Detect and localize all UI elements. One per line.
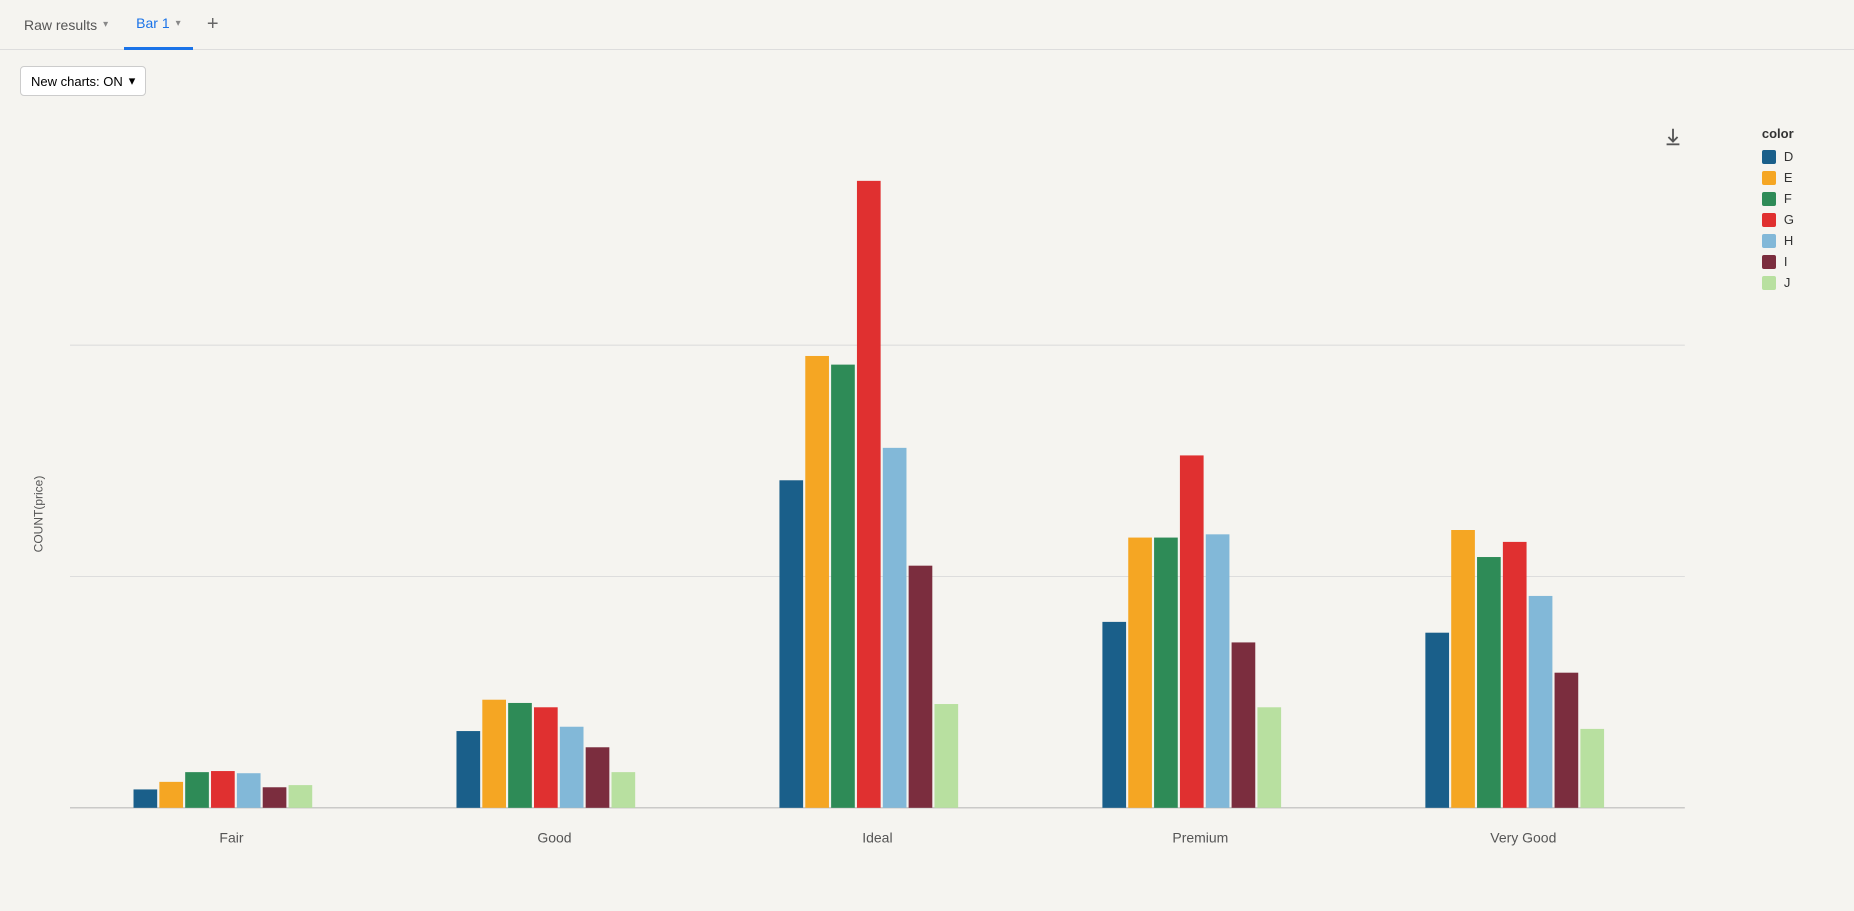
legend-title: color bbox=[1762, 126, 1794, 141]
legend: color D E F G bbox=[1762, 126, 1794, 290]
new-charts-chevron: ▾ bbox=[129, 73, 136, 89]
legend-swatch-D bbox=[1762, 150, 1776, 164]
y-axis-label: COUNT(price) bbox=[31, 475, 45, 552]
chart-svg-area: 4K 2K 0 bbox=[70, 116, 1814, 851]
legend-item-E: E bbox=[1762, 170, 1794, 185]
legend-item-G: G bbox=[1762, 212, 1794, 227]
legend-item-I: I bbox=[1762, 254, 1794, 269]
add-tab-button[interactable]: + bbox=[197, 9, 229, 41]
tab-bar1[interactable]: Bar 1 ▾ bbox=[124, 0, 193, 50]
legend-label-E: E bbox=[1784, 170, 1793, 185]
download-button[interactable] bbox=[1662, 126, 1684, 151]
legend-label-F: F bbox=[1784, 191, 1792, 206]
group-very-good: Very Good bbox=[1425, 530, 1604, 845]
svg-text:Very Good: Very Good bbox=[1490, 829, 1556, 845]
tab-bar1-chevron: ▾ bbox=[176, 18, 181, 29]
svg-text:Ideal: Ideal bbox=[862, 829, 892, 845]
legend-label-J: J bbox=[1784, 275, 1791, 290]
svg-text:Premium: Premium bbox=[1172, 829, 1228, 845]
group-good: Good bbox=[456, 700, 635, 846]
legend-swatch-I bbox=[1762, 255, 1776, 269]
group-premium: Premium bbox=[1102, 455, 1281, 845]
svg-text:Good: Good bbox=[537, 829, 571, 845]
tab-raw-results-chevron: ▾ bbox=[103, 19, 108, 30]
legend-item-H: H bbox=[1762, 233, 1794, 248]
bar-chart-svg: 4K 2K 0 bbox=[70, 116, 1814, 851]
legend-item-J: J bbox=[1762, 275, 1794, 290]
legend-label-I: I bbox=[1784, 254, 1788, 269]
group-ideal: Ideal bbox=[779, 181, 958, 846]
new-charts-label: New charts: ON bbox=[31, 74, 123, 89]
svg-text:Fair: Fair bbox=[219, 829, 243, 845]
tab-raw-results[interactable]: Raw results ▾ bbox=[12, 0, 120, 50]
legend-item-F: F bbox=[1762, 191, 1794, 206]
legend-swatch-G bbox=[1762, 213, 1776, 227]
toolbar: New charts: ON ▾ bbox=[0, 66, 1854, 96]
tab-bar1-label: Bar 1 bbox=[136, 15, 169, 31]
chart-body: COUNT(price) 4K 2K 0 bbox=[0, 116, 1854, 911]
legend-label-G: G bbox=[1784, 212, 1794, 227]
new-charts-toggle[interactable]: New charts: ON ▾ bbox=[20, 66, 146, 96]
legend-swatch-F bbox=[1762, 192, 1776, 206]
legend-swatch-E bbox=[1762, 171, 1776, 185]
legend-label-H: H bbox=[1784, 233, 1793, 248]
legend-item-D: D bbox=[1762, 149, 1794, 164]
tab-bar: Raw results ▾ Bar 1 ▾ + bbox=[0, 0, 1854, 50]
legend-label-D: D bbox=[1784, 149, 1793, 164]
tab-raw-results-label: Raw results bbox=[24, 17, 97, 33]
chart-container: New charts: ON ▾ COUNT(price) 4K 2K bbox=[0, 50, 1854, 840]
legend-swatch-H bbox=[1762, 234, 1776, 248]
legend-swatch-J bbox=[1762, 276, 1776, 290]
